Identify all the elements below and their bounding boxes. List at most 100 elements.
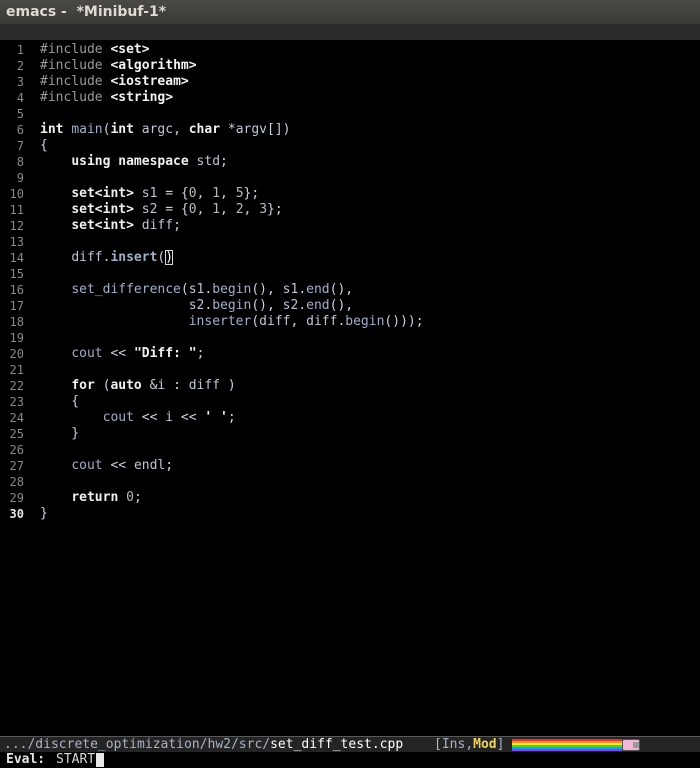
code-text[interactable]: inserter(diff, diff.begin())); [40, 314, 424, 330]
code-token: ())); [384, 314, 424, 329]
code-text[interactable]: #include <string> [40, 90, 173, 106]
code-line[interactable]: 24 cout << i << ' '; [0, 410, 700, 426]
line-number: 18 [9, 315, 24, 329]
code-line[interactable]: 19 [0, 330, 700, 346]
code-text[interactable]: s2.begin(), s2.end(), [40, 298, 353, 314]
code-text[interactable]: #include <set> [40, 42, 150, 58]
minibuffer[interactable]: Eval: START [0, 752, 700, 768]
code-token: << [102, 346, 134, 361]
code-token: argc [133, 122, 174, 137]
mode-line[interactable]: .../discrete_optimization/hw2/src/set_di… [0, 736, 700, 753]
code-line[interactable]: 23 { [0, 394, 700, 410]
code-token: inserter [188, 314, 252, 329]
code-text[interactable]: set_difference(s1.begin(), s1.end(), [40, 282, 353, 298]
code-line[interactable]: 11 set<int> s2 = {0, 1, 2, 3}; [0, 202, 700, 218]
code-line[interactable]: 28 [0, 474, 700, 490]
code-line[interactable]: 17 s2.begin(), s2.end(), [0, 298, 700, 314]
line-number: 28 [9, 475, 24, 489]
code-line[interactable]: 21 [0, 362, 700, 378]
code-token: #include [40, 58, 111, 73]
code-token: ; [133, 490, 142, 505]
code-token: i [165, 410, 174, 425]
minibuffer-input[interactable]: START [56, 752, 95, 768]
title-bar[interactable]: emacs - *Minibuf-1* [0, 0, 700, 24]
buffer-path[interactable]: .../discrete_optimization/hw2/src/set_di… [4, 737, 403, 753]
line-number: 4 [16, 91, 24, 105]
code-line[interactable]: 20 cout << "Diff: "; [0, 346, 700, 362]
code-text[interactable]: for (auto &i : diff ) [40, 378, 235, 394]
code-line[interactable]: 4 #include <string> [0, 90, 700, 106]
code-text[interactable]: set<int> s2 = {0, 1, 2, 3}; [40, 202, 282, 218]
line-number: 6 [16, 123, 24, 137]
code-line[interactable]: 8 using namespace std; [0, 154, 700, 170]
code-line[interactable]: 26 [0, 442, 700, 458]
code-line[interactable]: 22 for (auto &i : diff ) [0, 378, 700, 394]
code-token: , [243, 202, 260, 217]
code-text[interactable]: set<int> s1 = {0, 1, 5}; [40, 186, 259, 202]
line-number: 27 [9, 459, 24, 473]
line-number: 24 [9, 411, 24, 425]
code-text[interactable]: #include <iostream> [40, 74, 189, 90]
code-line[interactable]: 12 set<int> diff; [0, 218, 700, 234]
code-token: 1 [212, 186, 221, 201]
code-line[interactable]: 9 [0, 170, 700, 186]
code-token: #include [40, 42, 111, 57]
code-text[interactable]: cout << "Diff: "; [40, 346, 204, 362]
code-line[interactable]: 10 set<int> s1 = {0, 1, 5}; [0, 186, 700, 202]
code-token: s2 [282, 298, 299, 313]
code-token: , [220, 202, 236, 217]
code-text[interactable]: #include <algorithm> [40, 58, 197, 74]
state-separator: , [465, 737, 474, 752]
emacs-window: emacs - *Minibuf-1* 1 #include <set> 2 #inc… [0, 0, 700, 768]
code-line[interactable]: 30} [0, 506, 700, 522]
code-line[interactable]: 14 diff.insert() [0, 250, 700, 266]
code-token: set<int> [71, 202, 134, 217]
code-text[interactable]: diff.insert() [40, 250, 174, 266]
minibuffer-prompt: Eval: [6, 752, 46, 767]
code-text[interactable]: { [40, 138, 48, 154]
code-line[interactable]: 7{ [0, 138, 700, 154]
code-line[interactable]: 25 } [0, 426, 700, 442]
code-token: #include [40, 74, 111, 89]
window-title: emacs - *Minibuf-1* [6, 4, 167, 20]
code-line[interactable]: 16 set_difference(s1.begin(), s1.end(), [0, 282, 700, 298]
text-cursor [96, 753, 104, 767]
code-token: set<int> [71, 218, 134, 233]
code-token: diff [71, 250, 103, 265]
code-token: } [40, 426, 80, 441]
code-line[interactable]: 6 int main(int argc, char *argv[]) [0, 122, 700, 138]
code-line[interactable]: 18 inserter(diff, diff.begin())); [0, 314, 700, 330]
code-token: . [298, 282, 307, 297]
code-token: { [40, 394, 80, 409]
code-token: auto [110, 378, 142, 393]
code-token: <set> [110, 42, 150, 57]
code-text[interactable]: int main(int argc, char *argv[]) [40, 122, 291, 138]
code-line[interactable]: 3 #include <iostream> [0, 74, 700, 90]
code-token: <algorithm> [110, 58, 197, 73]
line-number: 14 [9, 251, 24, 265]
code-line[interactable]: 15 [0, 266, 700, 282]
code-line[interactable]: 13 [0, 234, 700, 250]
nyan-cat-icon[interactable] [512, 739, 642, 751]
code-line[interactable]: 1 #include <set> [0, 42, 700, 58]
code-editor[interactable]: 1 #include <set> 2 #include <algorithm> 3 #in… [0, 40, 700, 736]
code-line[interactable]: 5 [0, 106, 700, 122]
code-text[interactable]: cout << endl; [40, 458, 173, 474]
code-text[interactable]: set<int> diff; [40, 218, 181, 234]
code-text[interactable]: { [40, 394, 79, 410]
code-token: int [110, 122, 134, 137]
code-text[interactable]: using namespace std; [40, 154, 228, 170]
code-line[interactable]: 29 return 0; [0, 490, 700, 506]
code-token: begin [345, 314, 385, 329]
code-text[interactable]: } [40, 426, 79, 442]
code-token: : [165, 378, 189, 393]
code-line[interactable]: 27 cout << endl; [0, 458, 700, 474]
code-line[interactable]: 2 #include <algorithm> [0, 58, 700, 74]
code-text[interactable]: } [40, 506, 48, 522]
code-text[interactable]: cout << i << ' '; [40, 410, 236, 426]
code-token: (), [251, 298, 283, 313]
code-text[interactable]: return 0; [40, 490, 142, 506]
